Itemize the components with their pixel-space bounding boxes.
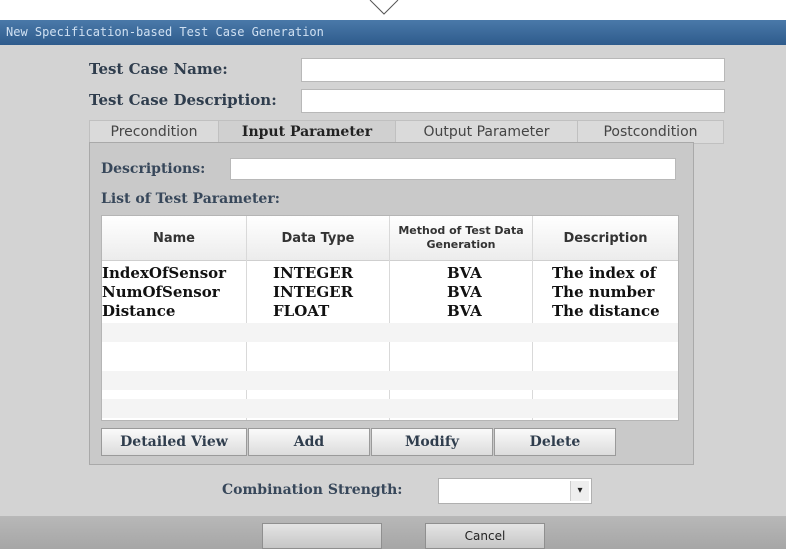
- chevron-down-icon[interactable]: ▾: [570, 481, 589, 501]
- test-parameter-table: Name Data Type Method of Test Data Gener…: [101, 215, 679, 421]
- table-row[interactable]: Distance FLOAT BVA The distance: [102, 302, 678, 321]
- cell-data-type: INTEGER: [273, 283, 354, 301]
- cell-method: BVA: [447, 283, 482, 301]
- column-header-method[interactable]: Method of Test Data Generation: [390, 216, 532, 260]
- tab-precondition[interactable]: Precondition: [89, 120, 219, 144]
- column-header-description[interactable]: Description: [533, 216, 678, 260]
- descriptions-label: Descriptions:: [101, 161, 206, 177]
- test-case-name-input[interactable]: [301, 58, 725, 82]
- table-row[interactable]: IndexOfSensor INTEGER BVA The index of: [102, 264, 678, 283]
- tab-input-parameter[interactable]: Input Parameter: [218, 120, 396, 144]
- cell-name: NumOfSensor: [102, 283, 220, 301]
- ok-button[interactable]: [262, 523, 382, 549]
- detailed-view-button[interactable]: Detailed View: [101, 428, 247, 456]
- column-header-name[interactable]: Name: [102, 216, 246, 260]
- modify-button[interactable]: Modify: [371, 428, 493, 456]
- table-row[interactable]: NumOfSensor INTEGER BVA The number: [102, 283, 678, 302]
- cell-method: BVA: [447, 264, 482, 282]
- test-case-dialog: New Specification-based Test Case Genera…: [0, 20, 786, 549]
- combination-strength-select[interactable]: ▾: [438, 478, 592, 504]
- cell-method: BVA: [447, 302, 482, 320]
- descriptions-input[interactable]: [230, 158, 676, 180]
- cell-description: The index of: [552, 264, 657, 282]
- input-parameter-panel: Descriptions: List of Test Parameter: Na…: [89, 142, 694, 465]
- cancel-button[interactable]: Cancel: [425, 523, 545, 549]
- empty-row: [102, 371, 678, 390]
- tab-postcondition[interactable]: Postcondition: [577, 120, 724, 144]
- empty-row: [102, 323, 678, 342]
- dialog-footer: [0, 516, 786, 549]
- cell-description: The distance: [552, 302, 660, 320]
- pointer-caret-icon: [369, 0, 399, 15]
- test-case-description-input[interactable]: [301, 89, 725, 113]
- cell-name: Distance: [102, 302, 176, 320]
- combination-strength-label: Combination Strength:: [222, 482, 403, 498]
- test-case-name-label: Test Case Name:: [89, 60, 228, 78]
- cell-data-type: FLOAT: [273, 302, 330, 320]
- column-header-data-type[interactable]: Data Type: [247, 216, 389, 260]
- dialog-titlebar: New Specification-based Test Case Genera…: [0, 20, 786, 45]
- cell-name: IndexOfSensor: [102, 264, 227, 282]
- table-header: Name Data Type Method of Test Data Gener…: [102, 216, 678, 261]
- tab-output-parameter[interactable]: Output Parameter: [395, 120, 578, 144]
- add-button[interactable]: Add: [248, 428, 370, 456]
- empty-row: [102, 399, 678, 418]
- list-of-test-parameter-label: List of Test Parameter:: [101, 191, 280, 207]
- dialog-title: New Specification-based Test Case Genera…: [6, 25, 324, 39]
- delete-button[interactable]: Delete: [494, 428, 616, 456]
- cell-description: The number: [552, 283, 655, 301]
- cell-data-type: INTEGER: [273, 264, 354, 282]
- test-case-description-label: Test Case Description:: [89, 91, 277, 109]
